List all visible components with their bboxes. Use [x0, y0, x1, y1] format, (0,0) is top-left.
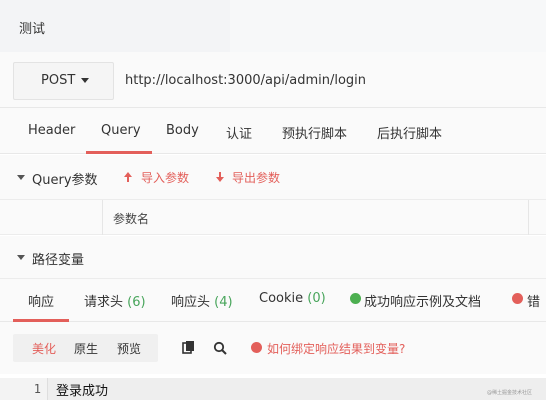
collapse-caret-icon[interactable]: [17, 175, 25, 180]
response-body-text: 登录成功: [56, 384, 109, 399]
import-params-button[interactable]: 导入参数: [141, 169, 189, 186]
tab-cookie[interactable]: Cookie (0): [259, 291, 326, 306]
request-headers-count: (6): [127, 295, 146, 310]
active-tab-indicator: [86, 151, 152, 154]
response-tabs: 响应 请求头 (6) 响应头 (4) Cookie (0) 成功响应示例及文档 …: [0, 279, 546, 322]
method-label: POST: [41, 73, 76, 88]
error-circle-icon: [512, 293, 523, 304]
tab-auth[interactable]: 认证: [226, 123, 252, 142]
tab-response-headers[interactable]: 响应头 (4): [171, 291, 233, 310]
title-bar-empty-area: [230, 0, 546, 52]
collapse-caret-icon[interactable]: [17, 255, 25, 260]
params-table-header: 参数名: [0, 200, 546, 235]
caret-down-icon: [81, 78, 89, 83]
url-input[interactable]: http://localhost:3000/api/admin/login: [125, 73, 366, 88]
line-number: 1: [0, 378, 48, 400]
check-circle-icon: [350, 293, 361, 304]
param-name-column-header: 参数名: [113, 212, 150, 226]
tab-response-headers-label: 响应头: [171, 295, 211, 310]
search-icon[interactable]: [213, 341, 227, 355]
format-toggle-group: 美化 原生 预览: [13, 334, 158, 362]
window-title: 测试: [19, 22, 46, 37]
query-params-label: Query参数: [32, 173, 98, 188]
tab-request-headers-label: 请求头: [84, 295, 124, 310]
response-headers-count: (4): [214, 295, 233, 310]
arrow-down-icon: [216, 172, 224, 182]
bind-response-help-link[interactable]: 如何绑定响应结果到变量?: [267, 340, 405, 357]
title-bar: 测试: [0, 0, 546, 52]
response-format-bar: 美化 原生 预览 如何绑定响应结果到变量?: [0, 322, 546, 374]
tab-pre-script[interactable]: 预执行脚本: [282, 123, 347, 142]
response-body-line: 1 登录成功: [0, 378, 546, 400]
tab-post-script[interactable]: 后执行脚本: [377, 123, 442, 142]
column-divider: [102, 200, 103, 235]
tab-success-example[interactable]: 成功响应示例及文档: [364, 291, 481, 310]
request-tabs: Header Query Body 认证 预执行脚本 后执行脚本: [0, 108, 546, 154]
request-url-bar: POST http://localhost:3000/api/admin/log…: [0, 52, 546, 108]
column-divider: [528, 200, 529, 235]
tab-header[interactable]: Header: [28, 123, 75, 138]
raw-button[interactable]: 原生: [74, 340, 98, 357]
arrow-up-icon: [124, 172, 132, 182]
method-select[interactable]: POST: [13, 62, 114, 100]
copy-icon[interactable]: [182, 341, 195, 355]
export-params-button[interactable]: 导出参数: [232, 169, 280, 186]
beautify-button[interactable]: 美化: [32, 340, 56, 357]
tab-response[interactable]: 响应: [28, 291, 54, 310]
path-variables-section: 路径变量: [0, 236, 546, 279]
question-circle-icon: [251, 342, 262, 353]
tab-body[interactable]: Body: [166, 123, 199, 138]
preview-button[interactable]: 预览: [117, 340, 141, 357]
path-variables-label: 路径变量: [32, 253, 85, 268]
tab-cookie-label: Cookie: [259, 291, 304, 306]
tab-request-headers[interactable]: 请求头 (6): [84, 291, 146, 310]
tab-error-example[interactable]: 错: [527, 291, 540, 310]
query-params-section: Query参数 导入参数 导出参数: [0, 155, 546, 200]
watermark: @稀土掘金技术社区: [487, 390, 533, 396]
tab-query[interactable]: Query: [101, 123, 141, 138]
cookie-count: (0): [307, 291, 326, 306]
